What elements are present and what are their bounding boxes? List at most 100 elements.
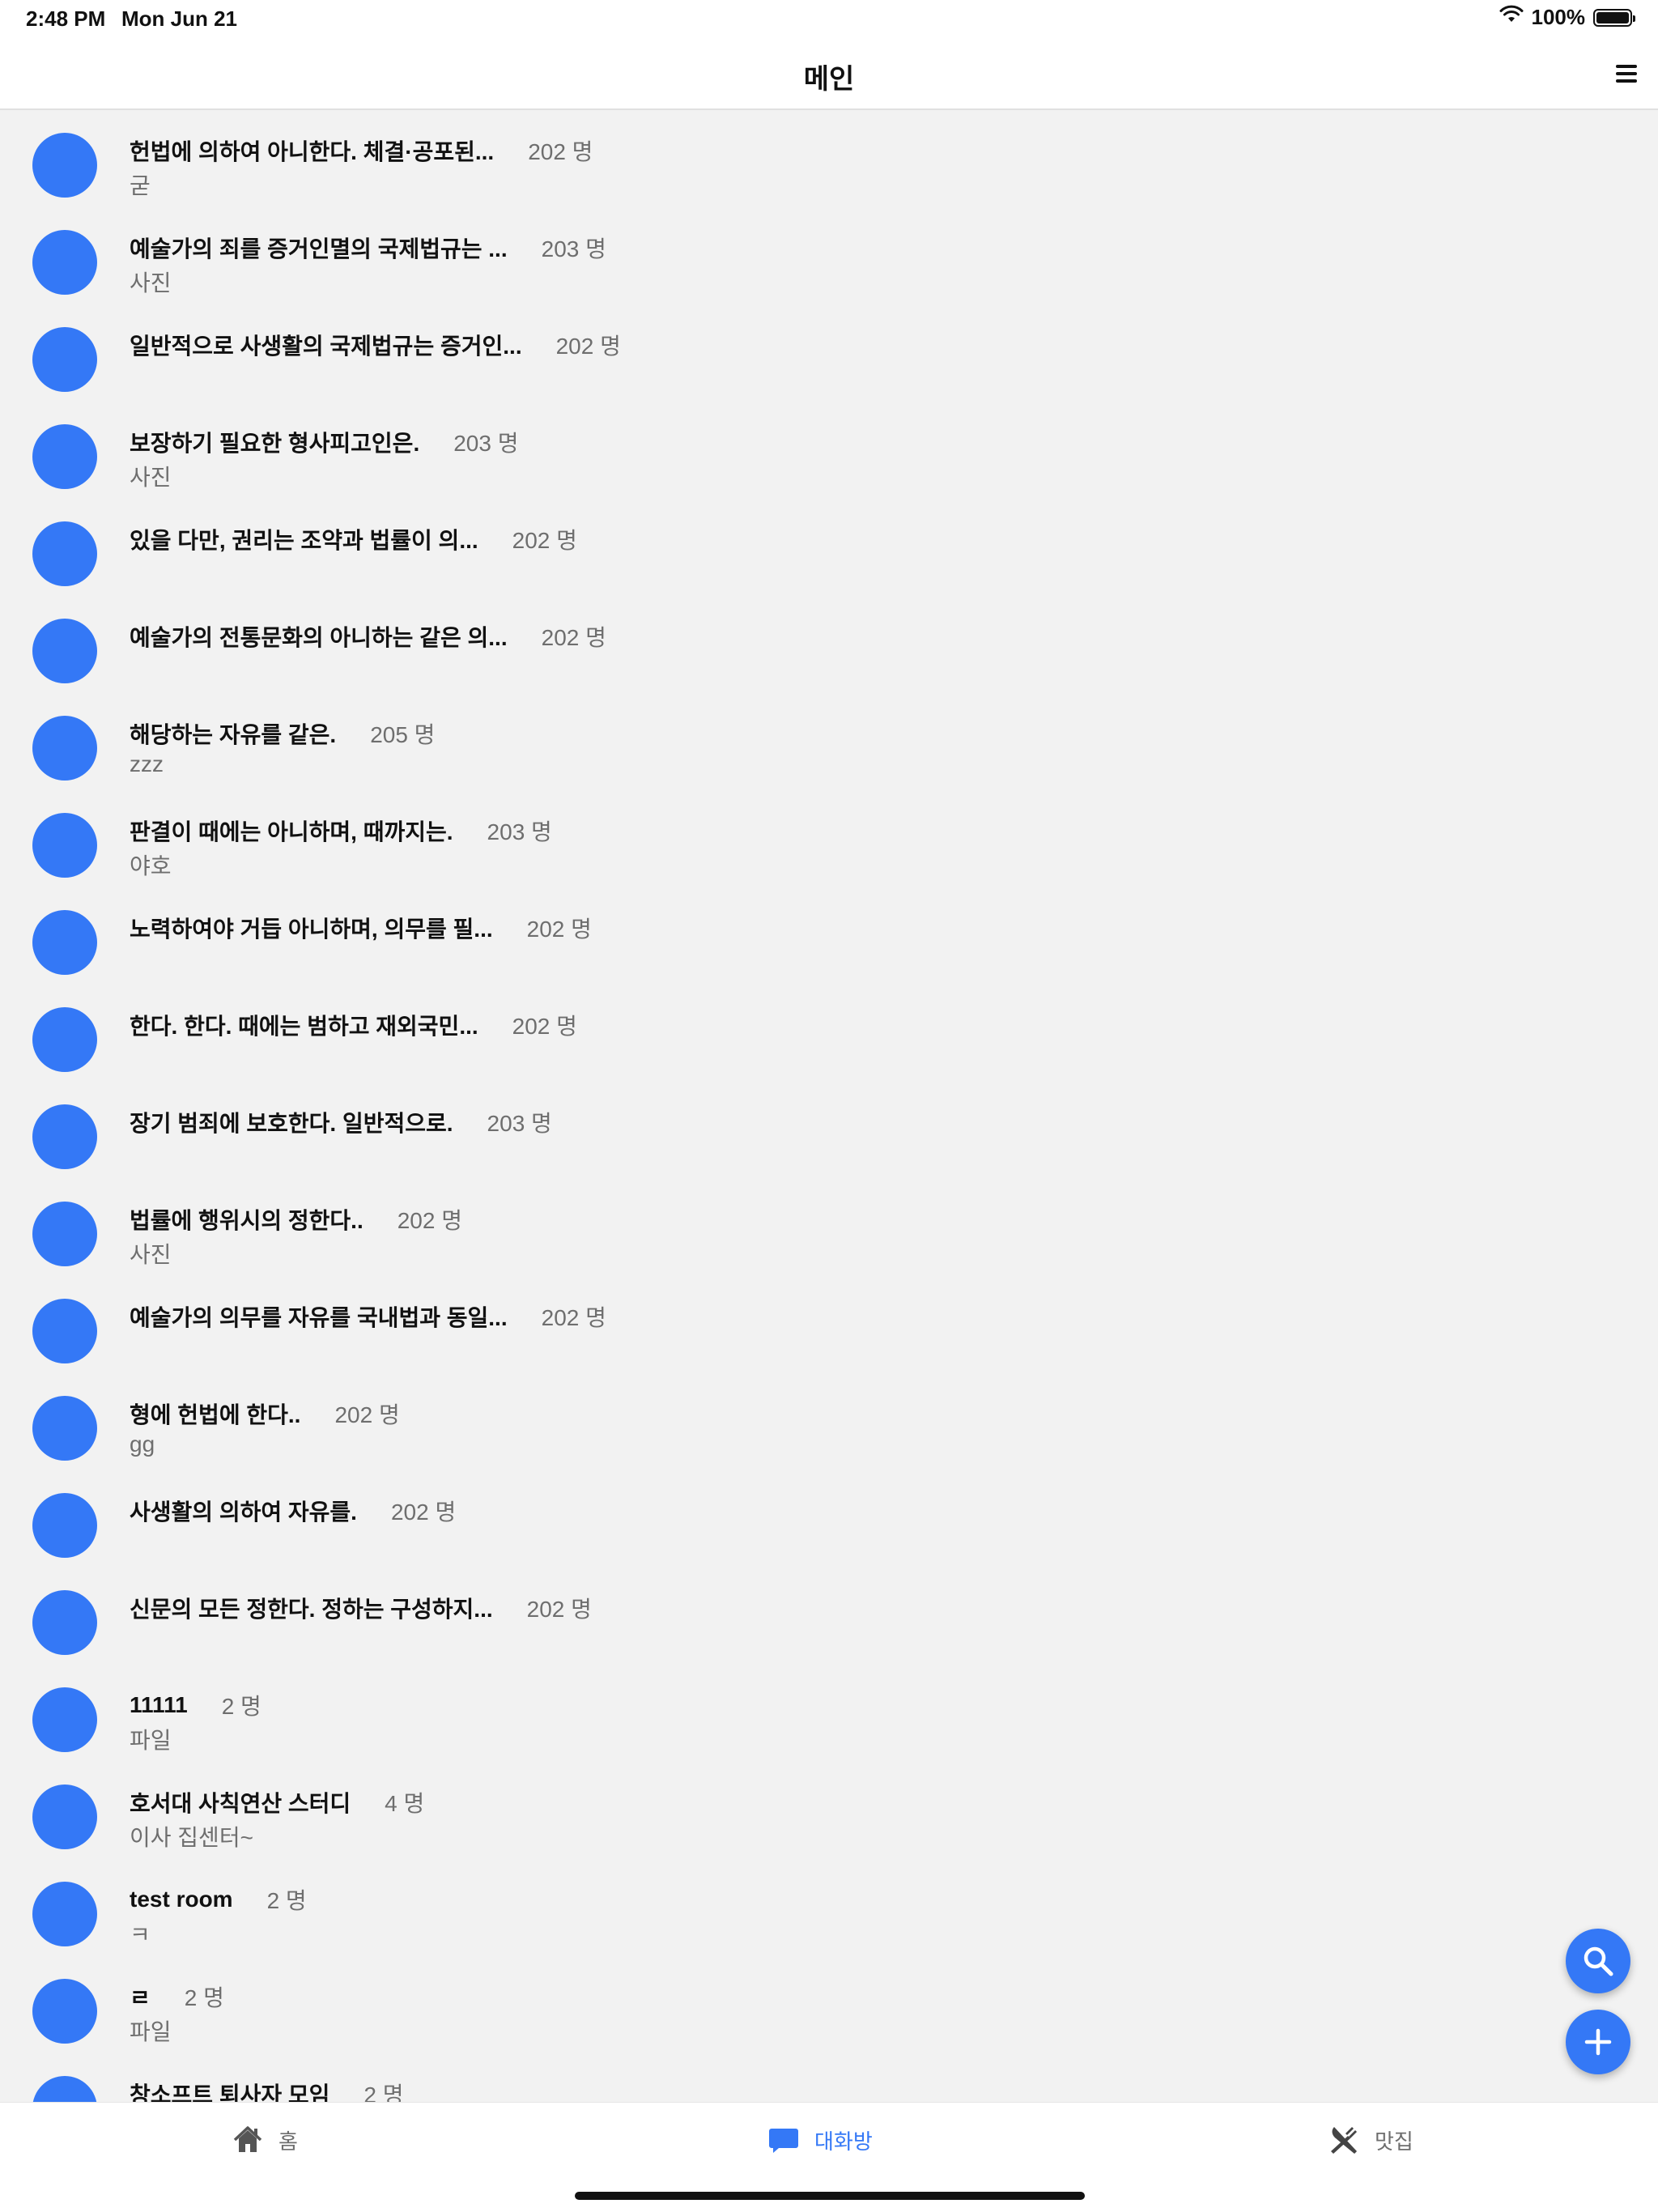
room-member-count: 2 명 <box>221 1694 261 1719</box>
search-button[interactable] <box>1566 1929 1630 1993</box>
room-list-item[interactable]: 호서대 사칙연산 스터디 4 명 이사 집센터~ <box>0 1770 1658 1867</box>
chat-room-list[interactable]: 헌법에 의하여 아니한다. 체결·공포된... 202 명 굳 예술가의 죄를 증거인… <box>0 110 1658 2102</box>
utensils-icon <box>1331 2127 1357 2154</box>
tab-home-label: 홈 <box>278 2129 298 2154</box>
room-last-message: ㅋ <box>130 1922 151 1947</box>
room-title-line: 노력하여야 거듭 아니하며, 의무를 필... 202 명 <box>130 912 592 944</box>
room-avatar <box>32 813 97 878</box>
navigation-bar: 메인 <box>0 39 1658 110</box>
room-avatar <box>32 716 97 781</box>
tab-chat-rooms[interactable]: 대화방 <box>767 2124 873 2156</box>
room-list-item[interactable]: 창소프트 퇴사자 모임 2 명 <box>0 2061 1658 2102</box>
room-list-item[interactable]: 예술가의 의무를 자유를 국내법과 동일... 202 명 <box>0 1284 1658 1381</box>
room-list-item[interactable]: 판결이 때에는 아니하며, 때까지는. 203 명 야호 <box>0 798 1658 895</box>
room-title-line: 한다. 한다. 때에는 범하고 재외국민... 202 명 <box>130 1009 577 1041</box>
home-icon <box>233 2126 262 2152</box>
room-name: 노력하여야 거듭 아니하며, 의무를 필... <box>130 917 493 942</box>
room-list-item[interactable]: 장기 범죄에 보호한다. 일반적으로. 203 명 <box>0 1090 1658 1187</box>
room-name: 창소프트 퇴사자 모임 <box>130 2082 330 2102</box>
room-member-count: 202 명 <box>334 1402 400 1427</box>
room-member-count: 202 명 <box>390 1499 457 1525</box>
room-last-message: 사진 <box>130 465 172 490</box>
room-name: 예술가의 의무를 자유를 국내법과 동일... <box>130 1305 508 1330</box>
room-list-item[interactable]: 노력하여야 거듭 아니하며, 의무를 필... 202 명 <box>0 895 1658 993</box>
room-avatar <box>32 1493 97 1558</box>
room-list-item[interactable]: ㄹ 2 명 파일 <box>0 1964 1658 2061</box>
room-list-item[interactable]: 사생활의 의하여 자유를. 202 명 <box>0 1478 1658 1576</box>
menu-icon-line <box>1616 79 1637 83</box>
room-name: 있을 다만, 권리는 조약과 법률이 의... <box>130 528 478 553</box>
room-avatar <box>32 1882 97 1946</box>
room-member-count: 2 명 <box>184 1985 224 2010</box>
room-last-message: gg <box>130 1431 155 1457</box>
room-name: 11111 <box>130 1692 188 1717</box>
menu-button[interactable] <box>1613 60 1640 87</box>
room-list-item[interactable]: 헌법에 의하여 아니한다. 체결·공포된... 202 명굳 <box>0 118 1658 215</box>
page-title: 메인 <box>803 64 855 95</box>
room-member-count: 202 명 <box>526 917 592 942</box>
room-avatar <box>32 1104 97 1169</box>
room-name: 한다. 한다. 때에는 범하고 재외국민... <box>130 1014 478 1039</box>
room-name: ㄹ <box>130 1985 151 2010</box>
room-member-count: 202 명 <box>555 334 621 359</box>
room-name: 예술가의 전통문화의 아니하는 같은 의... <box>130 625 508 650</box>
room-list-item[interactable]: 형에 헌법에 한다.. 202 명 gg <box>0 1381 1658 1478</box>
room-title-line: 창소프트 퇴사자 모임 2 명 <box>130 2078 404 2102</box>
room-list-item[interactable]: 예술가의 죄를 증거인멸의 국제법규는 ... 203 명사진 <box>0 215 1658 313</box>
room-name: 일반적으로 사생활의 국제법규는 증거인... <box>130 334 522 359</box>
room-list-item[interactable]: 법률에 행위시의 정한다.. 202 명 사진 <box>0 1187 1658 1284</box>
room-avatar <box>32 910 97 975</box>
room-member-count: 202 명 <box>541 625 606 650</box>
room-title-line: 있을 다만, 권리는 조약과 법률이 의... 202 명 <box>130 523 577 555</box>
room-avatar <box>32 1784 97 1849</box>
search-icon <box>1584 1946 1613 1976</box>
room-name: 형에 헌법에 한다.. <box>130 1402 301 1427</box>
room-name: 판결이 때에는 아니하며, 때까지는. <box>130 819 453 844</box>
room-list-item[interactable]: 신문의 모든 정한다. 정하는 구성하지... 202 명 <box>0 1576 1658 1673</box>
room-title-line: 일반적으로 사생활의 국제법규는 증거인... 202 명 <box>130 329 621 361</box>
room-avatar <box>32 2076 97 2102</box>
status-date: Mon Jun 21 <box>121 6 238 31</box>
tab-home[interactable]: 홈 <box>232 2124 298 2156</box>
room-last-message: 파일 <box>130 1728 172 1753</box>
room-avatar <box>32 1396 97 1461</box>
room-list-item[interactable]: 예술가의 전통문화의 아니하는 같은 의... 202 명 <box>0 604 1658 701</box>
room-avatar <box>32 1202 97 1266</box>
status-indicators: 100% <box>1499 5 1635 30</box>
room-list-item[interactable]: 한다. 한다. 때에는 범하고 재외국민... 202 명 <box>0 993 1658 1090</box>
room-last-message: 사진 <box>130 270 172 296</box>
room-list-item[interactable]: 해당하는 자유를 같은. 205 명 zzz <box>0 701 1658 798</box>
room-member-count: 203 명 <box>487 1111 552 1136</box>
room-name: 신문의 모든 정한다. 정하는 구성하지... <box>130 1597 493 1622</box>
room-name: 헌법에 의하여 아니한다. 체결·공포된... <box>130 139 495 164</box>
room-avatar <box>32 327 97 392</box>
room-name: 호서대 사칙연산 스터디 <box>130 1791 351 1816</box>
room-list-item[interactable]: 있을 다만, 권리는 조약과 법률이 의... 202 명 <box>0 507 1658 604</box>
battery-icon <box>1593 8 1635 27</box>
room-member-count: 205 명 <box>370 722 436 747</box>
room-list-item[interactable]: test room 2 명 ㅋ <box>0 1867 1658 1964</box>
room-avatar <box>32 1299 97 1363</box>
menu-icon <box>1616 65 1637 68</box>
room-list-item[interactable]: 보장하기 필요한 형사피고인은. 203 명사진 <box>0 410 1658 507</box>
tab-restaurants[interactable]: 맛집 <box>1328 2124 1414 2156</box>
room-title-line: 형에 헌법에 한다.. 202 명 <box>130 1397 400 1430</box>
battery-level <box>1596 11 1629 23</box>
room-list-item[interactable]: 일반적으로 사생활의 국제법규는 증거인... 202 명 <box>0 313 1658 410</box>
room-title-line: 예술가의 전통문화의 아니하는 같은 의... 202 명 <box>130 620 606 653</box>
room-avatar <box>32 619 97 683</box>
status-time: 2:48 PM <box>26 6 106 31</box>
room-member-count: 203 명 <box>541 236 606 262</box>
room-list-item[interactable]: 11111 2 명파일 <box>0 1673 1658 1770</box>
room-name: 장기 범죄에 보호한다. 일반적으로. <box>130 1111 453 1136</box>
room-name: 보장하기 필요한 형사피고인은. <box>130 431 420 456</box>
room-title-line: 예술가의 죄를 증거인멸의 국제법규는 ... 203 명 <box>130 232 606 264</box>
add-room-button[interactable] <box>1566 2010 1630 2074</box>
room-avatar <box>32 521 97 586</box>
room-member-count: 203 명 <box>487 819 552 844</box>
room-title-line: 호서대 사칙연산 스터디 4 명 <box>130 1786 424 1819</box>
room-avatar <box>32 133 97 198</box>
room-title-line: ㄹ 2 명 <box>130 1980 224 2013</box>
room-last-message: 사진 <box>130 1242 172 1267</box>
room-title-line: 보장하기 필요한 형사피고인은. 203 명 <box>130 426 519 458</box>
